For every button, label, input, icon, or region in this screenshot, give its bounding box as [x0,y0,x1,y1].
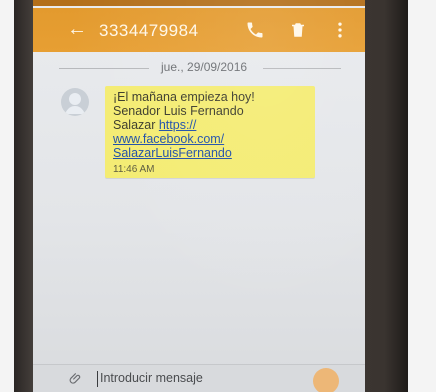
back-arrow-icon[interactable]: ← [67,18,87,40]
more-vertical-icon[interactable] [337,20,343,40]
trash-icon[interactable] [289,20,307,40]
message-timestamp: 11:46 AM [113,164,155,175]
message-link-part-3[interactable]: SalazarLuisFernando [113,146,311,160]
date-divider-line-right [263,68,341,69]
paperclip-icon[interactable] [69,371,83,387]
messaging-screen: ← 3334479984 jue., 29/09/2016 ¡El mañana… [33,6,365,392]
message-line-3: Salazar https:// [113,118,311,132]
date-divider-line-left [59,68,149,69]
message-link-part-1[interactable]: https:// [159,118,197,132]
date-label: jue., 29/09/2016 [161,60,248,74]
message-composer: Introducir mensaje [33,364,365,392]
photo-background: ← 3334479984 jue., 29/09/2016 ¡El mañana… [0,0,436,392]
date-divider: jue., 29/09/2016 [33,60,365,76]
message-text: ¡El mañana empieza hoy! Senador Luis Fer… [113,90,311,160]
incoming-message-bubble[interactable]: ¡El mañana empieza hoy! Senador Luis Fer… [105,86,315,178]
send-icon[interactable] [313,368,339,392]
app-bar: ← 3334479984 [33,8,365,52]
phone-icon[interactable] [245,20,265,40]
message-line-1: ¡El mañana empieza hoy! [113,90,255,104]
message-input[interactable]: Introducir mensaje [97,371,300,387]
message-line-3-prefix: Salazar [113,118,159,132]
person-icon [65,93,85,114]
contact-phone-number: 3334479984 [99,21,199,40]
avatar[interactable] [61,88,89,116]
message-link-part-2[interactable]: www.facebook.com/ [113,132,311,146]
message-line-2: Senador Luis Fernando [113,104,244,118]
